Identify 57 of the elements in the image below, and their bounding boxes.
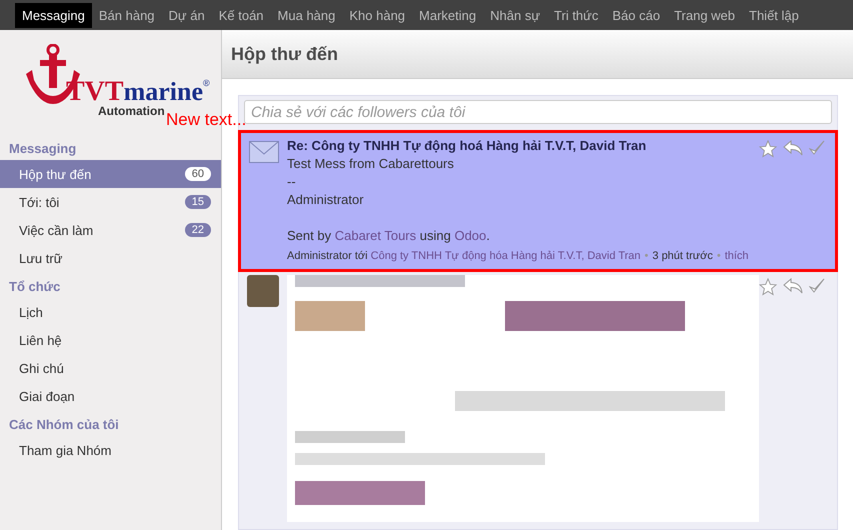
menu-tab[interactable]: Mua hàng — [270, 2, 342, 28]
sidebar-section-title: Messaging — [8, 140, 78, 158]
avatar-photo-placeholder — [247, 275, 279, 307]
separator-dot: • — [716, 250, 721, 262]
checkmark-icon[interactable] — [809, 278, 825, 294]
count-badge: 22 — [184, 223, 211, 237]
sidebar-item[interactable]: Lịch — [0, 298, 221, 326]
page-title: Hộp thư đến — [222, 30, 853, 79]
sidebar-item[interactable]: Liên hệ — [0, 326, 221, 354]
menu-tab[interactable]: Tri thức — [547, 2, 606, 28]
message-text: Test Mess from Cabarettours — [287, 155, 455, 173]
annotation-text: New text... — [166, 110, 246, 130]
star-icon[interactable] — [759, 278, 777, 296]
message-text: Administrator — [287, 191, 365, 209]
sidebar-item[interactable]: Tham gia Nhóm — [0, 436, 221, 464]
separator-dot: • — [644, 250, 648, 262]
envelope-icon — [249, 141, 279, 163]
star-icon[interactable] — [759, 140, 777, 158]
menu-tab[interactable]: Dự án — [162, 2, 212, 28]
menu-tab[interactable]: Bán hàng — [92, 2, 162, 28]
message-author: Administrator tới — [287, 250, 368, 262]
sidebar-item[interactable]: Lưu trữ — [0, 244, 221, 272]
reply-icon[interactable] — [783, 140, 803, 156]
message-text: . — [486, 228, 490, 243]
compose-field[interactable]: Chia sẻ với các followers của tôi — [244, 100, 832, 124]
menu-tab[interactable]: Thiết lập — [742, 2, 806, 28]
sidebar-item[interactable]: Việc cần làm 22 — [0, 216, 221, 244]
message-text: using — [420, 228, 451, 243]
registered-mark: ® — [203, 78, 210, 88]
message-text: -- — [287, 173, 297, 191]
menu-tab[interactable]: Trang web — [667, 2, 742, 28]
sidebar-section-title: Các Nhóm của tôi — [8, 416, 120, 434]
logo-tagline: Automation — [98, 104, 166, 118]
logo-text: TVT — [66, 78, 124, 106]
menu-tab[interactable]: Báo cáo — [605, 2, 668, 28]
reply-icon[interactable] — [783, 278, 803, 294]
checkmark-icon[interactable] — [809, 140, 825, 156]
sidebar-item[interactable]: Hộp thư đến 60 — [0, 160, 221, 188]
message-text: Sent by — [287, 228, 332, 243]
menu-tab[interactable]: Kế toán — [212, 2, 271, 28]
count-badge: 15 — [184, 195, 211, 209]
message-subject: Re: Công ty TNHH Tự động hoá Hàng hải T.V.T, David Tran — [287, 137, 648, 155]
message-time: 3 phút trước — [652, 250, 713, 262]
sidebar-section-title: Tổ chức — [8, 278, 62, 296]
menu-tab[interactable]: Kho hàng — [342, 2, 412, 28]
count-badge: 60 — [184, 167, 211, 181]
app-link[interactable]: Odoo — [454, 228, 486, 243]
sidebar-item[interactable]: Ghi chú — [0, 354, 221, 382]
menu-tab[interactable]: Marketing — [412, 2, 484, 28]
sidebar-item[interactable]: Tới: tôi 15 — [0, 188, 221, 216]
like-link[interactable]: thích — [724, 250, 749, 262]
menu-tab[interactable]: Nhân sự — [483, 2, 548, 28]
logo-text: marine — [124, 78, 203, 106]
menu-tab[interactable]: Messaging — [15, 2, 92, 28]
sender-link[interactable]: Cabaret Tours — [334, 228, 416, 243]
sidebar-item[interactable]: Giai đoạn — [0, 382, 221, 410]
recipient-link[interactable]: Công ty TNHH Tự động hóa Hàng hải T.V.T, David Tran — [370, 250, 641, 262]
